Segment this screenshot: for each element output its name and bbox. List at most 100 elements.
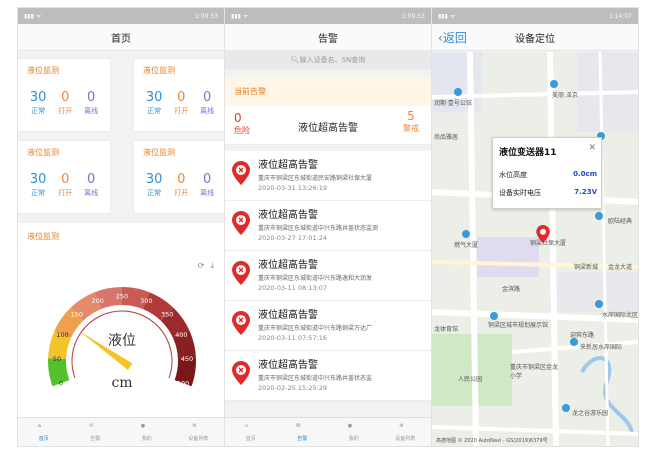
- mail-icon: ✉: [89, 422, 94, 429]
- map-label: 燃气大厦: [454, 242, 479, 249]
- gauge-title: 液位监测: [27, 232, 59, 241]
- normal-label: 正常: [147, 189, 162, 197]
- poi-marker-icon[interactable]: [595, 212, 603, 220]
- card-title: 液位监测: [27, 66, 59, 75]
- tab-home[interactable]: ⌂ 首页: [225, 418, 277, 446]
- tab-home[interactable]: ⌂ 首页: [18, 418, 70, 446]
- open-count: 0: [177, 172, 186, 187]
- close-icon[interactable]: ✕: [588, 143, 596, 153]
- level-card[interactable]: 液位监测 30 正常 0 打开 0 离线: [18, 59, 110, 131]
- alarm-address: 重庆市铜梁区东城街道民安路铜梁社保大厦: [258, 175, 373, 182]
- alarm-time: 2020-03-11 08:13:07: [258, 284, 328, 292]
- map-label: 铜梁新城: [574, 264, 599, 271]
- user-icon: ●: [347, 422, 353, 429]
- warn-label: 警戒: [403, 124, 419, 133]
- open-label: 打开: [174, 189, 189, 197]
- tab-devices[interactable]: ⚙ 设备列表: [380, 418, 432, 446]
- map-label: 美丽·泽京: [552, 92, 578, 99]
- poi-marker-icon[interactable]: [595, 300, 603, 308]
- gauge-tick-label: 250: [116, 293, 128, 301]
- poi-marker-icon[interactable]: [490, 312, 498, 320]
- level-card[interactable]: 液位监测 30 正常 0 打开 0 离线: [18, 141, 110, 213]
- level-label: 水位高度: [499, 171, 527, 179]
- gear-icon: ⚙: [192, 422, 197, 429]
- map-view[interactable]: 润期·壹号公馆 美丽·泽京 尚品雅居 欧陆经典 燃气大厦 铜梁社保大厦 铜梁新城…: [432, 52, 638, 446]
- search-placeholder: 输入设备名、SN查询: [299, 56, 366, 64]
- device-info-popup: 液位变送器11 ✕ 水位高度 0.0cm 设备实时电压 7.23V: [492, 137, 602, 209]
- tab-devices[interactable]: ⚙ 设备列表: [173, 418, 225, 446]
- poi-marker-icon[interactable]: [562, 404, 570, 412]
- gear-icon: ⚙: [399, 422, 404, 429]
- card-title: 液位监测: [143, 148, 175, 157]
- page-title: 首页: [111, 33, 131, 45]
- alarm-list-item[interactable]: 液位超高告警 重庆市铜梁区东城街道中兴东路铜梁万达广 2020-03-11 07…: [225, 301, 431, 351]
- alarm-nav-bar: 告警: [225, 24, 431, 51]
- status-time: 1:14:07: [608, 12, 632, 20]
- open-label: 打开: [174, 107, 189, 115]
- tab-mine[interactable]: ● 我的: [328, 418, 380, 446]
- level-gauge: 0 50 100 150 200 250 300 350 400 450 500 液位 cm: [48, 287, 196, 391]
- normal-count: 30: [29, 172, 47, 187]
- location-pin-icon: [232, 161, 250, 185]
- back-label: 返回: [442, 31, 467, 45]
- open-label: 打开: [58, 107, 73, 115]
- level-card[interactable]: 液位监测 30 正常 0 打开 0 离线: [134, 59, 224, 131]
- alarm-list-item[interactable]: 液位超高告警 重庆市铜梁区东城街道中兴东路逸和大润发 2020-03-11 08…: [225, 251, 431, 301]
- tab-label: 设备列表: [395, 435, 416, 442]
- search-input[interactable]: 🔍︎ 输入设备名、SN查询: [225, 51, 431, 69]
- search-icon: 🔍︎: [290, 56, 300, 64]
- tab-label: 首页: [245, 435, 256, 442]
- home-nav-bar: 首页: [18, 24, 224, 51]
- level-card[interactable]: 液位监测 30 正常 0 打开 0 离线: [134, 141, 224, 213]
- tab-label: 告警: [297, 435, 308, 442]
- alarm-title: 液位超高告警: [258, 160, 318, 171]
- alarm-list-item[interactable]: 液位超高告警 重庆市铜梁区东城街道中兴东路井盖状态监 2020-02-25 15…: [225, 351, 431, 401]
- open-count: 0: [61, 172, 70, 187]
- offline-label: 离线: [84, 107, 99, 115]
- poi-marker-icon[interactable]: [550, 80, 558, 88]
- location-screen: ▮▮▮ ᯤ 1:14:07 ‹返回 设备定位 润期·壹号公馆 美丽·泽京 尚品雅…: [431, 7, 639, 447]
- alarm-title: 液位超高告警: [258, 260, 318, 271]
- offline-count: 0: [86, 90, 96, 105]
- tab-label: 告警: [90, 435, 101, 442]
- alarm-address: 重庆市铜梁区东城街道中兴东路井盖状态监测: [258, 225, 379, 232]
- alarm-list-item[interactable]: 液位超高告警 重庆市铜梁区东城街道民安路铜梁社保大厦 2020-03-31 13…: [225, 151, 431, 201]
- map-attribution: 高德地图 © 2020 AutoNavi - GS(2019)6379号: [436, 438, 548, 444]
- device-location-pin-icon[interactable]: [536, 225, 550, 243]
- gauge-tick-label: 450: [181, 355, 193, 363]
- location-pin-icon: [232, 311, 250, 335]
- alarm-time: 2020-03-11 07:57:16: [258, 334, 328, 342]
- offline-label: 离线: [200, 107, 215, 115]
- gauge-center-label: 液位: [108, 333, 136, 349]
- open-count: 0: [61, 90, 70, 105]
- tab-label: 首页: [38, 435, 49, 442]
- open-label: 打开: [58, 189, 73, 197]
- map-label: 龙体育馆: [434, 326, 459, 333]
- home-icon: ⌂: [37, 422, 41, 429]
- signal-icon: ▮▮▮ ᯤ: [24, 13, 42, 20]
- gauge-tick-label: 400: [175, 331, 187, 339]
- poi-marker-icon[interactable]: [462, 230, 470, 238]
- user-icon: ●: [140, 422, 146, 429]
- tab-alarm[interactable]: ✉ 告警: [70, 418, 122, 446]
- map-label: 金龙大道: [608, 264, 633, 271]
- normal-count: 30: [145, 172, 163, 187]
- current-alarm-label: 当前告警: [234, 87, 266, 96]
- alarm-summary[interactable]: 0 危险 液位超高告警 5 警戒: [225, 106, 431, 145]
- status-time: 1:09:53: [401, 12, 425, 20]
- poi-marker-icon[interactable]: [570, 338, 578, 346]
- signal-icon: ▮▮▮ ᯤ: [438, 13, 456, 20]
- poi-marker-icon[interactable]: [454, 88, 462, 96]
- tab-label: 我的: [348, 435, 359, 442]
- location-pin-icon: [232, 211, 250, 235]
- alarm-list-item[interactable]: 液位超高告警 重庆市铜梁区东城街道中兴东路井盖状态监测 2020-03-27 1…: [225, 201, 431, 251]
- tab-mine[interactable]: ● 我的: [121, 418, 173, 446]
- alarm-title: 液位超高告警: [258, 310, 318, 321]
- map-label: 铜梁区城市规划展示馆: [488, 322, 549, 329]
- tab-bar: ⌂ 首页 ✉ 告警 ● 我的 ⚙ 设备列表: [225, 417, 431, 446]
- back-button[interactable]: ‹返回: [438, 29, 467, 46]
- tab-alarm[interactable]: ✉ 告警: [277, 418, 329, 446]
- offline-count: 0: [202, 90, 212, 105]
- gauge-tick-label: 0: [59, 380, 63, 388]
- status-bar: ▮▮▮ ᯤ 1:09:53: [18, 8, 224, 24]
